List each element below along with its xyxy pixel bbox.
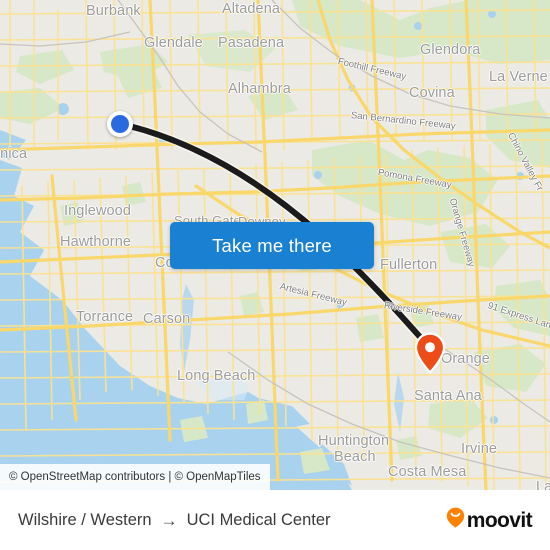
arrow-right-icon: → bbox=[160, 510, 178, 530]
destination-marker[interactable] bbox=[414, 332, 446, 375]
origin-marker[interactable] bbox=[107, 111, 133, 137]
map-canvas[interactable]: onicaBurbankAltadenaGlendalePasadenaGlen… bbox=[0, 0, 550, 490]
moovit-wordmark: moovit bbox=[466, 508, 533, 532]
take-me-there-button[interactable]: Take me there bbox=[170, 222, 374, 269]
moovit-trip-map-screen: onicaBurbankAltadenaGlendalePasadenaGlen… bbox=[0, 0, 550, 550]
route-origin-label: Wilshire / Western bbox=[18, 510, 152, 529]
footer-bar: Wilshire / Western → UCI Medical Center … bbox=[0, 490, 550, 550]
map-attribution[interactable]: © OpenStreetMap contributors | © OpenMap… bbox=[0, 464, 270, 490]
route-destination-label: UCI Medical Center bbox=[186, 510, 331, 529]
route-summary: Wilshire / Western → UCI Medical Center bbox=[18, 511, 446, 530]
moovit-pin-icon bbox=[446, 507, 465, 533]
moovit-logo[interactable]: moovit bbox=[446, 507, 533, 533]
